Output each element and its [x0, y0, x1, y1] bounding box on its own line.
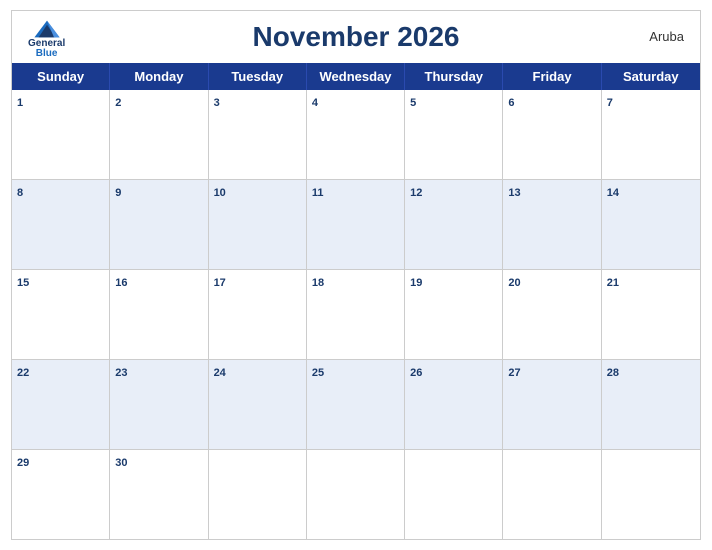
cell-15: 15: [12, 270, 110, 359]
logo-icon: [33, 19, 61, 39]
cell-18: 18: [307, 270, 405, 359]
day-wednesday: Wednesday: [307, 63, 405, 90]
week-row-1: 1 2 3 4 5 6 7: [12, 90, 700, 180]
cell-9: 9: [110, 180, 208, 269]
cell-1: 1: [12, 90, 110, 179]
cell-8: 8: [12, 180, 110, 269]
week-row-2: 8 9 10 11 12 13 14: [12, 180, 700, 270]
week-row-3: 15 16 17 18 19 20 21: [12, 270, 700, 360]
cell-29: 29: [12, 450, 110, 539]
week-row-4: 22 23 24 25 26 27 28: [12, 360, 700, 450]
cell-27: 27: [503, 360, 601, 449]
cell-14: 14: [602, 180, 700, 269]
cell-10: 10: [209, 180, 307, 269]
cell-4: 4: [307, 90, 405, 179]
cell-13: 13: [503, 180, 601, 269]
cell-empty-1: [209, 450, 307, 539]
cell-5: 5: [405, 90, 503, 179]
cell-28: 28: [602, 360, 700, 449]
cell-6: 6: [503, 90, 601, 179]
calendar-title: November 2026: [252, 21, 459, 53]
cell-2: 2: [110, 90, 208, 179]
day-friday: Friday: [503, 63, 601, 90]
cell-20: 20: [503, 270, 601, 359]
cell-23: 23: [110, 360, 208, 449]
cell-17: 17: [209, 270, 307, 359]
day-headers: Sunday Monday Tuesday Wednesday Thursday…: [12, 63, 700, 90]
calendar-grid: 1 2 3 4 5 6 7 8 9 10 11 12 13 14 15 16 1…: [12, 90, 700, 539]
cell-3: 3: [209, 90, 307, 179]
day-monday: Monday: [110, 63, 208, 90]
week-row-5: 29 30: [12, 450, 700, 539]
cell-empty-5: [602, 450, 700, 539]
day-sunday: Sunday: [12, 63, 110, 90]
cell-26: 26: [405, 360, 503, 449]
cell-25: 25: [307, 360, 405, 449]
day-saturday: Saturday: [602, 63, 700, 90]
cell-24: 24: [209, 360, 307, 449]
day-thursday: Thursday: [405, 63, 503, 90]
calendar-header: General Blue November 2026 Aruba: [12, 11, 700, 63]
cell-21: 21: [602, 270, 700, 359]
cell-empty-3: [405, 450, 503, 539]
cell-19: 19: [405, 270, 503, 359]
cell-30: 30: [110, 450, 208, 539]
region-label: Aruba: [649, 29, 684, 44]
cell-empty-4: [503, 450, 601, 539]
cell-11: 11: [307, 180, 405, 269]
cell-22: 22: [12, 360, 110, 449]
cell-16: 16: [110, 270, 208, 359]
cell-12: 12: [405, 180, 503, 269]
logo-blue: Blue: [36, 49, 58, 59]
calendar: General Blue November 2026 Aruba Sunday …: [11, 10, 701, 540]
cell-empty-2: [307, 450, 405, 539]
day-tuesday: Tuesday: [209, 63, 307, 90]
logo: General Blue: [28, 19, 65, 59]
cell-7: 7: [602, 90, 700, 179]
